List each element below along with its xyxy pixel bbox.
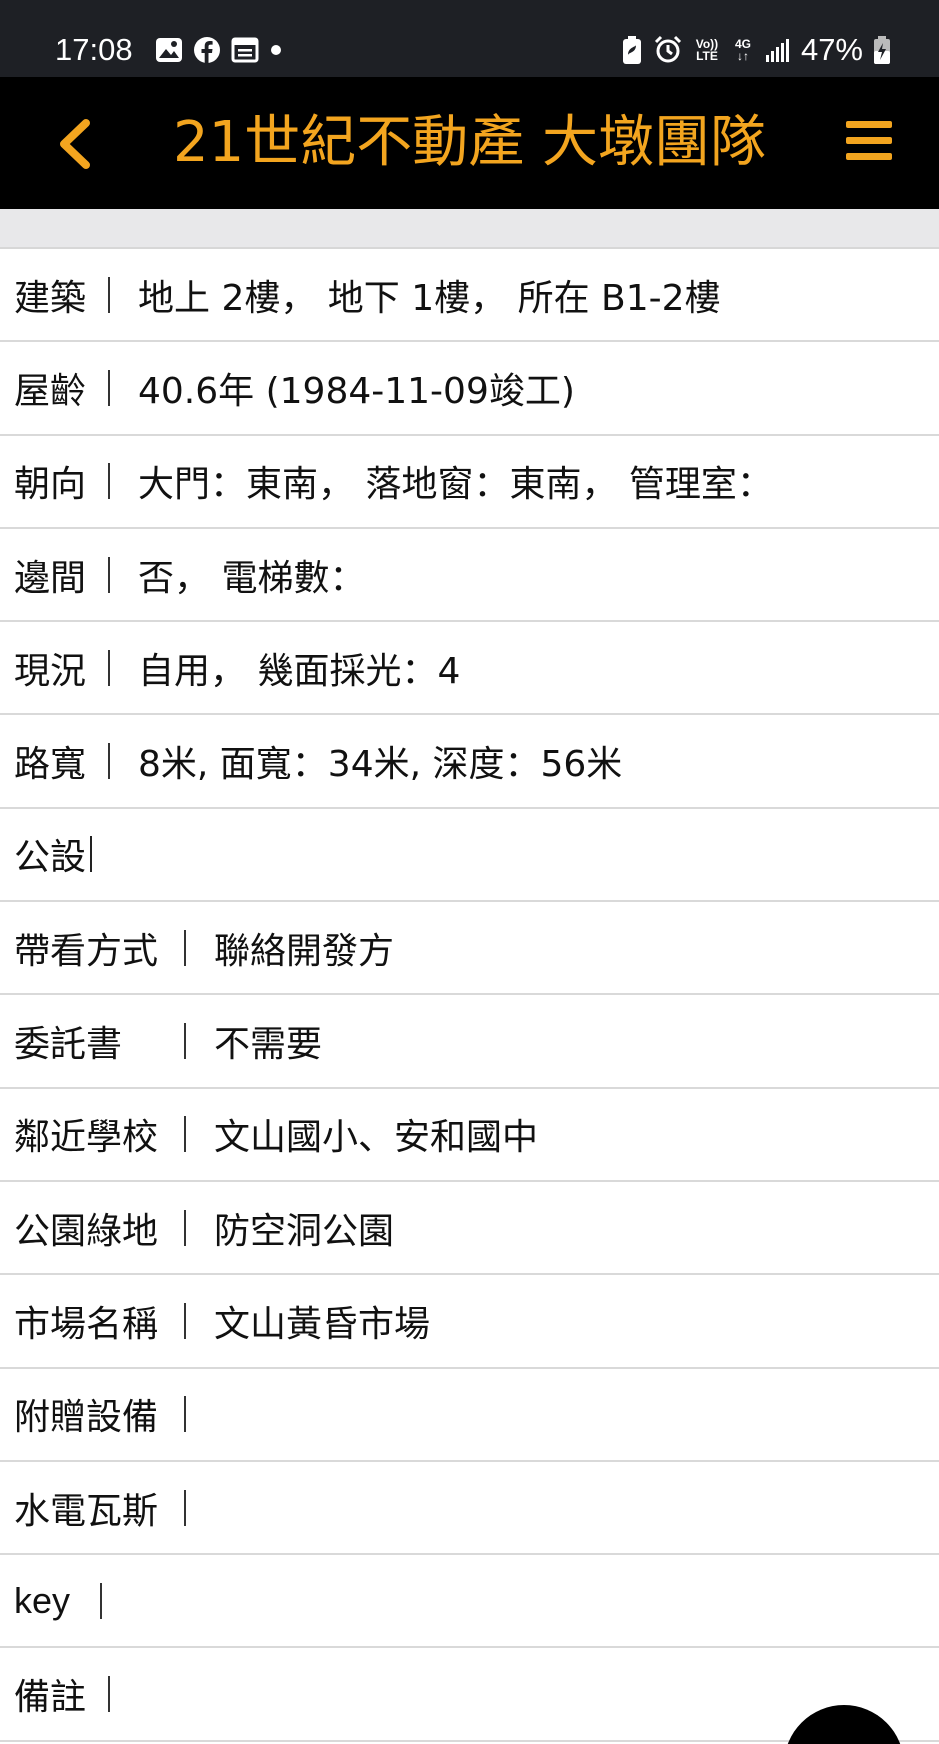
detail-row-public-facilities: 公設 xyxy=(0,809,939,903)
row-value: 不需要 xyxy=(214,1024,323,1066)
row-value: 否， 電梯數： xyxy=(138,557,366,599)
detail-row-nearby-schools: 鄰近學校 文山國小、安和國中 xyxy=(0,1089,939,1182)
row-label: 路寬 xyxy=(14,744,87,786)
row-value: 大門：東南， 落地窗：東南， 管理室： xyxy=(138,464,773,506)
section-header-strip xyxy=(0,209,939,249)
row-separator xyxy=(108,463,110,500)
row-label: 市場名稱 xyxy=(14,1303,159,1345)
row-value: 文山國小、安和國中 xyxy=(214,1117,539,1159)
row-label: 屋齡 xyxy=(14,370,87,412)
row-label: key xyxy=(14,1579,71,1621)
page: 17:08 Vo)) LTE 4G ↓↑ 47% 21世紀不動產 大墩團隊 建築… xyxy=(0,0,939,1744)
detail-row-orientation: 朝向 大門：東南， 落地窗：東南， 管理室： xyxy=(0,436,939,529)
chevron-left-icon[interactable] xyxy=(52,117,102,172)
row-value: 文山黃昏市場 xyxy=(214,1303,431,1345)
detail-row-status: 現況 自用， 幾面採光：4 xyxy=(0,622,939,716)
row-value: 8米, 面寬：34米, 深度：56米 xyxy=(138,744,623,786)
row-label: 公園綠地 xyxy=(14,1210,159,1252)
detail-row-market: 市場名稱 文山黃昏市場 xyxy=(0,1275,939,1369)
hamburger-menu-icon[interactable] xyxy=(844,119,894,163)
detail-row-viewing-method: 帶看方式 聯絡開發方 xyxy=(0,902,939,996)
alarm-icon xyxy=(654,35,682,63)
row-separator xyxy=(108,1676,110,1713)
row-label: 鄰近學校 xyxy=(14,1117,159,1159)
row-separator xyxy=(184,1396,186,1433)
signal-icon xyxy=(765,39,789,62)
row-label: 朝向 xyxy=(14,464,87,506)
row-label: 建築 xyxy=(14,277,87,319)
detail-row-included-equipment: 附贈設備 xyxy=(0,1369,939,1462)
row-label: 邊間 xyxy=(14,557,87,599)
row-separator xyxy=(184,1489,186,1526)
row-separator xyxy=(184,1023,186,1060)
row-label: 公設 xyxy=(14,837,87,879)
row-separator xyxy=(108,556,110,593)
row-separator xyxy=(184,1302,186,1339)
detail-row-age: 屋齡 40.6年 (1984-11-09竣工) xyxy=(0,342,939,436)
gallery-icon xyxy=(156,38,182,62)
row-value: 聯絡開發方 xyxy=(214,930,395,972)
notification-dot-icon xyxy=(271,45,281,55)
status-left-icons xyxy=(155,36,283,64)
row-separator xyxy=(184,929,186,966)
app-header: 21世紀不動產 大墩團隊 xyxy=(0,77,939,209)
battery-saver-icon xyxy=(622,36,641,64)
row-separator xyxy=(108,649,110,686)
row-label: 委託書 xyxy=(14,1024,123,1066)
row-value: 地上 2樓， 地下 1樓， 所在 B1-2樓 xyxy=(138,277,721,319)
row-value: 自用， 幾面採光：4 xyxy=(138,650,461,692)
row-separator xyxy=(100,1582,102,1619)
detail-row-corner-unit: 邊間 否， 電梯數： xyxy=(0,529,939,623)
detail-row-utilities: 水電瓦斯 xyxy=(0,1462,939,1556)
status-right-icons: Vo)) LTE 4G ↓↑ 47% xyxy=(621,30,891,70)
battery-percent: 47% xyxy=(800,32,863,67)
battery-icon xyxy=(874,36,890,64)
volte-icon: Vo)) LTE xyxy=(693,38,721,62)
row-value: 防空洞公園 xyxy=(214,1210,395,1252)
row-label: 備註 xyxy=(14,1677,87,1719)
status-time: 17:08 xyxy=(55,32,133,67)
row-label: 帶看方式 xyxy=(14,930,159,972)
detail-row-road-width: 路寬 8米, 面寬：34米, 深度：56米 xyxy=(0,715,939,809)
row-label: 水電瓦斯 xyxy=(14,1490,159,1532)
row-label: 現況 xyxy=(14,650,87,692)
network-4g-icon: 4G ↓↑ xyxy=(731,38,755,62)
row-separator xyxy=(184,1209,186,1246)
detail-row-commission: 委託書 不需要 xyxy=(0,995,939,1089)
row-separator xyxy=(108,369,110,406)
volte-label: Vo)) LTE xyxy=(695,37,719,63)
row-value: 40.6年 (1984-11-09竣工) xyxy=(138,370,575,412)
row-separator xyxy=(108,276,110,313)
row-label: 附贈設備 xyxy=(14,1397,159,1439)
row-separator xyxy=(108,743,110,780)
calendar-icon xyxy=(231,37,259,63)
row-separator xyxy=(184,1116,186,1153)
facebook-icon xyxy=(194,37,220,63)
row-separator xyxy=(90,836,93,873)
detail-row-parks: 公園綠地 防空洞公園 xyxy=(0,1182,939,1276)
page-title: 21世紀不動產 大墩團隊 xyxy=(172,110,767,175)
detail-list: 建築 地上 2樓， 地下 1樓， 所在 B1-2樓 屋齡 40.6年 (1984-1… xyxy=(0,249,939,1742)
detail-row-building: 建築 地上 2樓， 地下 1樓， 所在 B1-2樓 xyxy=(0,249,939,343)
status-bar: 17:08 Vo)) LTE 4G ↓↑ 47% xyxy=(0,0,939,77)
detail-row-key: key xyxy=(0,1555,939,1649)
